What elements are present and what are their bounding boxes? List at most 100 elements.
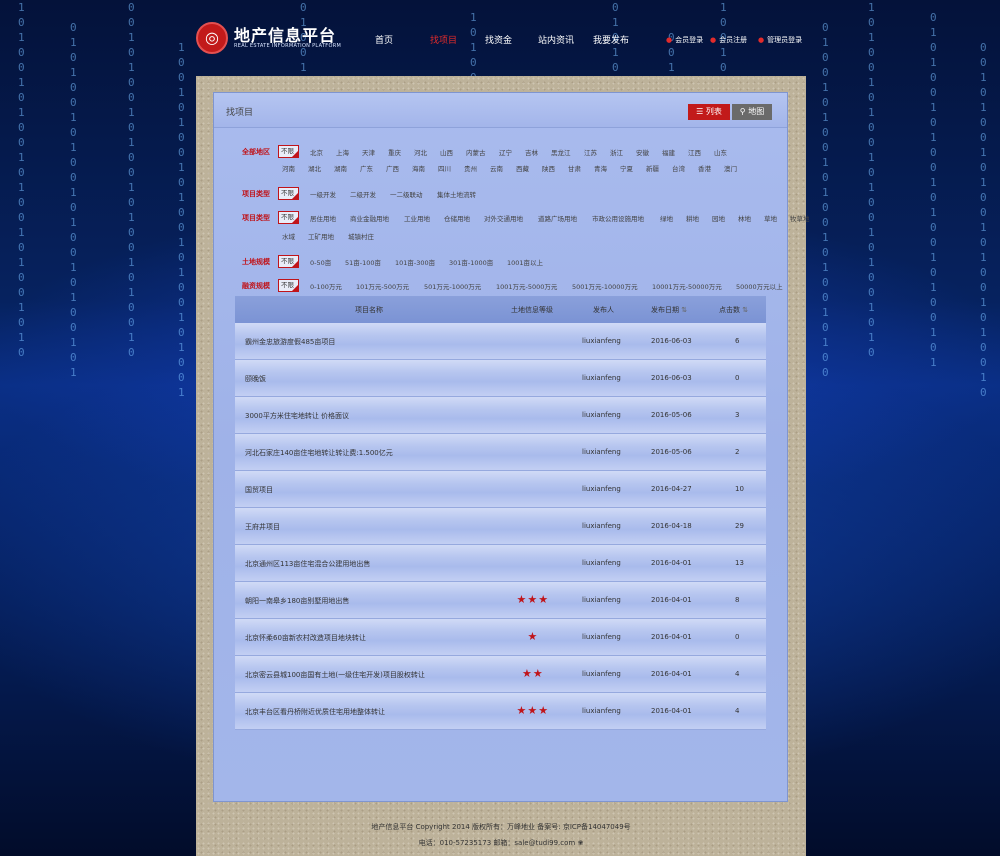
table-row[interactable]: 3000平方米住宅地转让 价格面议 liuxianfeng 2016-05-06 3 [235,397,766,434]
filter-option[interactable]: 道路广场用地 [538,213,577,223]
filter-option[interactable]: 宁夏 [620,163,633,173]
filter-option[interactable]: 西藏 [516,163,529,173]
filter-option[interactable]: 青海 [594,163,607,173]
filter-option[interactable]: 山东 [714,147,727,157]
filter-option[interactable]: 天津 [362,147,375,157]
project-name[interactable]: 国贸项目 [245,485,273,495]
filter-option[interactable]: 黑龙江 [551,147,571,157]
nav-item-3[interactable]: 站内资讯 [538,33,574,46]
project-name[interactable]: 3000平方米住宅地转让 价格面议 [245,411,349,421]
filter-option[interactable]: 一二级联动 [390,189,423,199]
filter-option[interactable]: 湖北 [308,163,321,173]
map-view-button[interactable]: ⚲ 地图 [732,104,772,120]
filter-option[interactable]: 工矿用地 [308,231,334,241]
user-link-0[interactable]: ● 会员登录 [666,35,703,45]
table-row[interactable]: 北京密云县城100亩国有土地(一级住宅开发)项目股权转让 ★★ liuxianfen… [235,656,766,693]
table-row[interactable]: 颐晚饭 liuxianfeng 2016-06-03 0 [235,360,766,397]
nav-item-0[interactable]: 首页 [375,33,393,46]
filter-option[interactable]: 河南 [282,163,295,173]
filter-option[interactable]: 绿地 [660,213,673,223]
filter-option[interactable]: 5001万元-10000万元 [572,281,638,291]
filter-option[interactable]: 河北 [414,147,427,157]
filter-option[interactable]: 501万元-1000万元 [424,281,481,291]
table-row[interactable]: 国贸项目 liuxianfeng 2016-04-27 10 [235,471,766,508]
nav-item-1[interactable]: 找项目 [430,33,457,46]
filter-option[interactable]: 1001万元-5000万元 [496,281,557,291]
project-name[interactable]: 北京丰台区看丹桥附近优质住宅用地整体转让 [245,707,385,717]
sort-icon[interactable]: ⇅ [679,306,687,314]
table-row[interactable]: 北京通州区113亩住宅混合公建用地出售 liuxianfeng 2016-04-01… [235,545,766,582]
table-row[interactable]: 王府井项目 liuxianfeng 2016-04-18 29 [235,508,766,545]
filter-option[interactable]: 台湾 [672,163,685,173]
filter-option[interactable]: 51亩-100亩 [345,257,381,267]
nav-item-4[interactable]: 我要发布 [593,33,629,46]
filter-option[interactable]: 耕地 [686,213,699,223]
filter-option[interactable]: 浙江 [610,147,623,157]
filter-option[interactable]: 江苏 [584,147,597,157]
list-view-button[interactable]: ☰ 列表 [688,104,730,120]
column-header-4[interactable]: 点击数 ⇅ [719,305,748,315]
filter-all-button[interactable]: 不限 [278,211,299,224]
filter-option[interactable]: 湖南 [334,163,347,173]
filter-option[interactable]: 市政公用设施用地 [592,213,644,223]
filter-option[interactable]: 云南 [490,163,503,173]
filter-all-button[interactable]: 不限 [278,145,299,158]
filter-option[interactable]: 澳门 [724,163,737,173]
filter-option[interactable]: 一级开发 [310,189,336,199]
filter-option[interactable]: 甘肃 [568,163,581,173]
filter-option[interactable]: 新疆 [646,163,659,173]
filter-option[interactable]: 牧草地 [790,213,810,223]
table-row[interactable]: 霸州金忠旅游度假485亩项目 liuxianfeng 2016-06-03 6 [235,323,766,360]
filter-option[interactable]: 江西 [688,147,701,157]
filter-option[interactable]: 101万元-500万元 [356,281,409,291]
filter-option[interactable]: 辽宁 [499,147,512,157]
filter-option[interactable]: 0-100万元 [310,281,342,291]
filter-option[interactable]: 福建 [662,147,675,157]
filter-option[interactable]: 广西 [386,163,399,173]
filter-option[interactable]: 山西 [440,147,453,157]
filter-option[interactable]: 水域 [282,231,295,241]
filter-option[interactable]: 0-50亩 [310,257,331,267]
filter-option[interactable]: 林地 [738,213,751,223]
filter-option[interactable]: 安徽 [636,147,649,157]
project-name[interactable]: 颐晚饭 [245,374,266,384]
logo[interactable]: ◎ 地产信息平台 REAL ESTATE INFORMATION PLATFOR… [196,22,376,62]
filter-option[interactable]: 居住用地 [310,213,336,223]
filter-option[interactable]: 上海 [336,147,349,157]
filter-option[interactable]: 广东 [360,163,373,173]
project-name[interactable]: 北京通州区113亩住宅混合公建用地出售 [245,559,370,569]
filter-option[interactable]: 陕西 [542,163,555,173]
filter-option[interactable]: 城镇村庄 [348,231,374,241]
project-name[interactable]: 霸州金忠旅游度假485亩项目 [245,337,335,347]
project-name[interactable]: 北京怀柔60亩新农村改造项目地块转让 [245,633,366,643]
filter-option[interactable]: 仓储用地 [444,213,470,223]
filter-option[interactable]: 北京 [310,147,323,157]
filter-option[interactable]: 吉林 [525,147,538,157]
table-row[interactable]: 北京丰台区看丹桥附近优质住宅用地整体转让 ★★★ liuxianfeng 2016-0… [235,693,766,730]
project-name[interactable]: 北京密云县城100亩国有土地(一级住宅开发)项目股权转让 [245,670,425,680]
filter-option[interactable]: 301亩-1000亩 [449,257,493,267]
filter-option[interactable]: 园地 [712,213,725,223]
filter-option[interactable]: 贵州 [464,163,477,173]
project-name[interactable]: 河北石家庄140亩住宅地转让转让费:1.500亿元 [245,448,393,458]
filter-option[interactable]: 重庆 [388,147,401,157]
filter-option[interactable]: 香港 [698,163,711,173]
filter-option[interactable]: 商业金融用地 [350,213,389,223]
filter-option[interactable]: 101亩-300亩 [395,257,435,267]
sort-icon[interactable]: ⇅ [740,306,748,314]
table-row[interactable]: 北京怀柔60亩新农村改造项目地块转让 ★ liuxianfeng 2016-04-01… [235,619,766,656]
filter-option[interactable]: 工业用地 [404,213,430,223]
filter-option[interactable]: 50000万元以上 [736,281,783,291]
filter-option[interactable]: 二级开发 [350,189,376,199]
column-header-3[interactable]: 发布日期 ⇅ [651,305,687,315]
nav-item-2[interactable]: 找资金 [485,33,512,46]
filter-option[interactable]: 1001亩以上 [507,257,543,267]
user-link-1[interactable]: ● 会员注册 [710,35,747,45]
filter-option[interactable]: 集体土地流转 [437,189,476,199]
project-name[interactable]: 王府井项目 [245,522,280,532]
filter-option[interactable]: 内蒙古 [466,147,486,157]
filter-option[interactable]: 海南 [412,163,425,173]
filter-all-button[interactable]: 不限 [278,279,299,292]
filter-option[interactable]: 草地 [764,213,777,223]
filter-all-button[interactable]: 不限 [278,255,299,268]
